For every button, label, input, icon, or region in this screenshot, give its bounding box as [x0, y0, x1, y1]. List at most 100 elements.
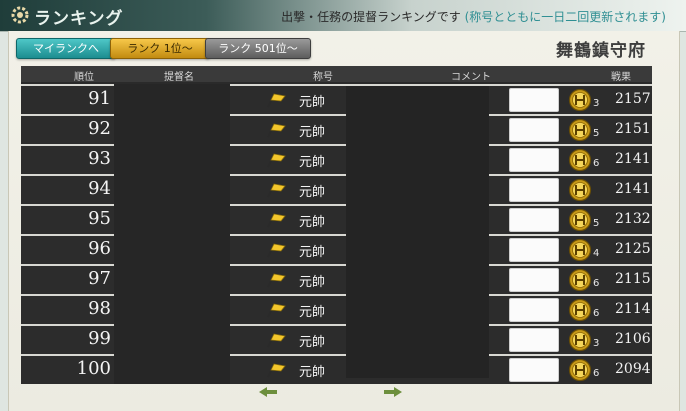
rank-number: 98: [88, 298, 111, 319]
admiral-name-redacted: [114, 204, 230, 234]
table-row[interactable]: 97 元帥 6 2115: [21, 264, 652, 294]
medal-icon: [568, 208, 592, 232]
score-value: 2114: [615, 301, 651, 317]
admiral-title: 元帥: [299, 95, 326, 110]
admiral-name-redacted: [114, 264, 230, 294]
flag-icon: [267, 122, 286, 138]
admiral-title: 元帥: [299, 275, 326, 290]
admiral-name-redacted: [114, 174, 230, 204]
prev-page-icon[interactable]: [257, 384, 281, 400]
medal-count: 5: [593, 128, 600, 139]
admiral-title: 元帥: [299, 215, 326, 230]
admiral-name-redacted: [114, 294, 230, 324]
admiral-title: 元帥: [299, 155, 326, 170]
flag-icon: [267, 92, 286, 108]
col-rank: 順位: [74, 72, 94, 83]
admiral-title: 元帥: [299, 185, 326, 200]
medal-icon: [568, 328, 592, 352]
rank-number: 99: [88, 328, 111, 349]
admiral-title: 元帥: [299, 365, 326, 380]
medal-icon: [568, 118, 592, 142]
table-row[interactable]: 92 元帥 5 2151: [21, 114, 652, 144]
admiral-name-redacted: [114, 144, 230, 174]
score-value: 2106: [615, 331, 651, 347]
medal-count: 6: [593, 158, 600, 169]
table-row[interactable]: 93 元帥 6 2141: [21, 144, 652, 174]
comment-box: [509, 88, 559, 112]
rank-number: 96: [88, 238, 111, 259]
rank-number: 100: [76, 358, 111, 379]
ranking-table: 順位 提督名 称号 コメント 戦果 91 元帥 3 2157 92 元帥 5 2151 93 元帥…: [21, 66, 652, 384]
rank-number: 97: [88, 268, 111, 289]
table-row[interactable]: 99 元帥 3 2106: [21, 324, 652, 354]
medal-icon: [568, 358, 592, 382]
medal-icon: [568, 268, 592, 292]
admiral-name-redacted: [114, 234, 230, 264]
ranking-notice: 出撃・任務の提督ランキングです (称号とともに一日二回更新されます): [281, 8, 666, 25]
medal-icon: [568, 298, 592, 322]
comment-box: [509, 178, 559, 202]
medal-count: 6: [593, 308, 600, 319]
table-row[interactable]: 96 元帥 4 2125: [21, 234, 652, 264]
score-value: 2141: [615, 151, 651, 167]
medal-icon: [568, 238, 592, 262]
flag-icon: [267, 362, 286, 378]
next-page-icon[interactable]: [380, 384, 404, 400]
my-rank-button[interactable]: マイランクへ: [16, 38, 116, 59]
table-row[interactable]: 95 元帥 5 2132: [21, 204, 652, 234]
header-bar: ランキング 出撃・任務の提督ランキングです (称号とともに一日二回更新されます): [0, 0, 686, 32]
page-title: ランキング: [34, 9, 124, 29]
comment-box: [509, 268, 559, 292]
rank-number: 91: [88, 88, 111, 109]
table-row[interactable]: 100 元帥 6 2094: [21, 354, 652, 384]
comment-box: [509, 208, 559, 232]
rank-501-button[interactable]: ランク 501位～: [205, 38, 311, 59]
admiral-name-redacted: [114, 324, 230, 354]
medal-count: 4: [593, 248, 600, 259]
score-value: 2094: [615, 361, 651, 377]
rank-1-button[interactable]: ランク 1位～: [110, 38, 210, 59]
medal-count: 6: [593, 368, 600, 379]
flag-icon: [267, 212, 286, 228]
score-value: 2125: [615, 241, 651, 257]
medal-icon: [568, 88, 592, 112]
col-title: 称号: [313, 72, 333, 83]
rank-number: 94: [88, 178, 111, 199]
flag-icon: [267, 152, 286, 168]
score-value: 2115: [615, 271, 651, 287]
medal-count: 3: [593, 338, 600, 349]
medal-icon: [568, 178, 592, 202]
comment-box: [509, 148, 559, 172]
admiral-name-redacted: [114, 114, 230, 144]
flag-icon: [267, 242, 286, 258]
gear-icon: [11, 6, 29, 24]
score-value: 2157: [615, 91, 651, 107]
notice-text: 出撃・任務の提督ランキングです: [281, 10, 461, 24]
table-row[interactable]: 94 元帥 2141: [21, 174, 652, 204]
medal-count: 3: [593, 98, 600, 109]
table-row[interactable]: 98 元帥 6 2114: [21, 294, 652, 324]
flag-icon: [267, 332, 286, 348]
medal-count: 5: [593, 218, 600, 229]
rank-number: 93: [88, 148, 111, 169]
admiral-title: 元帥: [299, 335, 326, 350]
comment-box: [509, 328, 559, 352]
admiral-name-redacted: [114, 84, 230, 114]
flag-icon: [267, 272, 286, 288]
admiral-title: 元帥: [299, 245, 326, 260]
flag-icon: [267, 182, 286, 198]
comment-box: [509, 238, 559, 262]
rank-number: 92: [88, 118, 111, 139]
comment-box: [509, 358, 559, 382]
score-value: 2132: [615, 211, 651, 227]
rank-number: 95: [88, 208, 111, 229]
medal-icon: [568, 148, 592, 172]
base-name: 舞鶴鎮守府: [556, 41, 646, 61]
table-row[interactable]: 91 元帥 3 2157: [21, 84, 652, 114]
table-header: 順位 提督名 称号 コメント 戦果: [21, 66, 652, 83]
admiral-name-redacted: [114, 354, 230, 384]
flag-icon: [267, 302, 286, 318]
admiral-title: 元帥: [299, 125, 326, 140]
score-value: 2151: [615, 121, 651, 137]
score-value: 2141: [615, 181, 651, 197]
